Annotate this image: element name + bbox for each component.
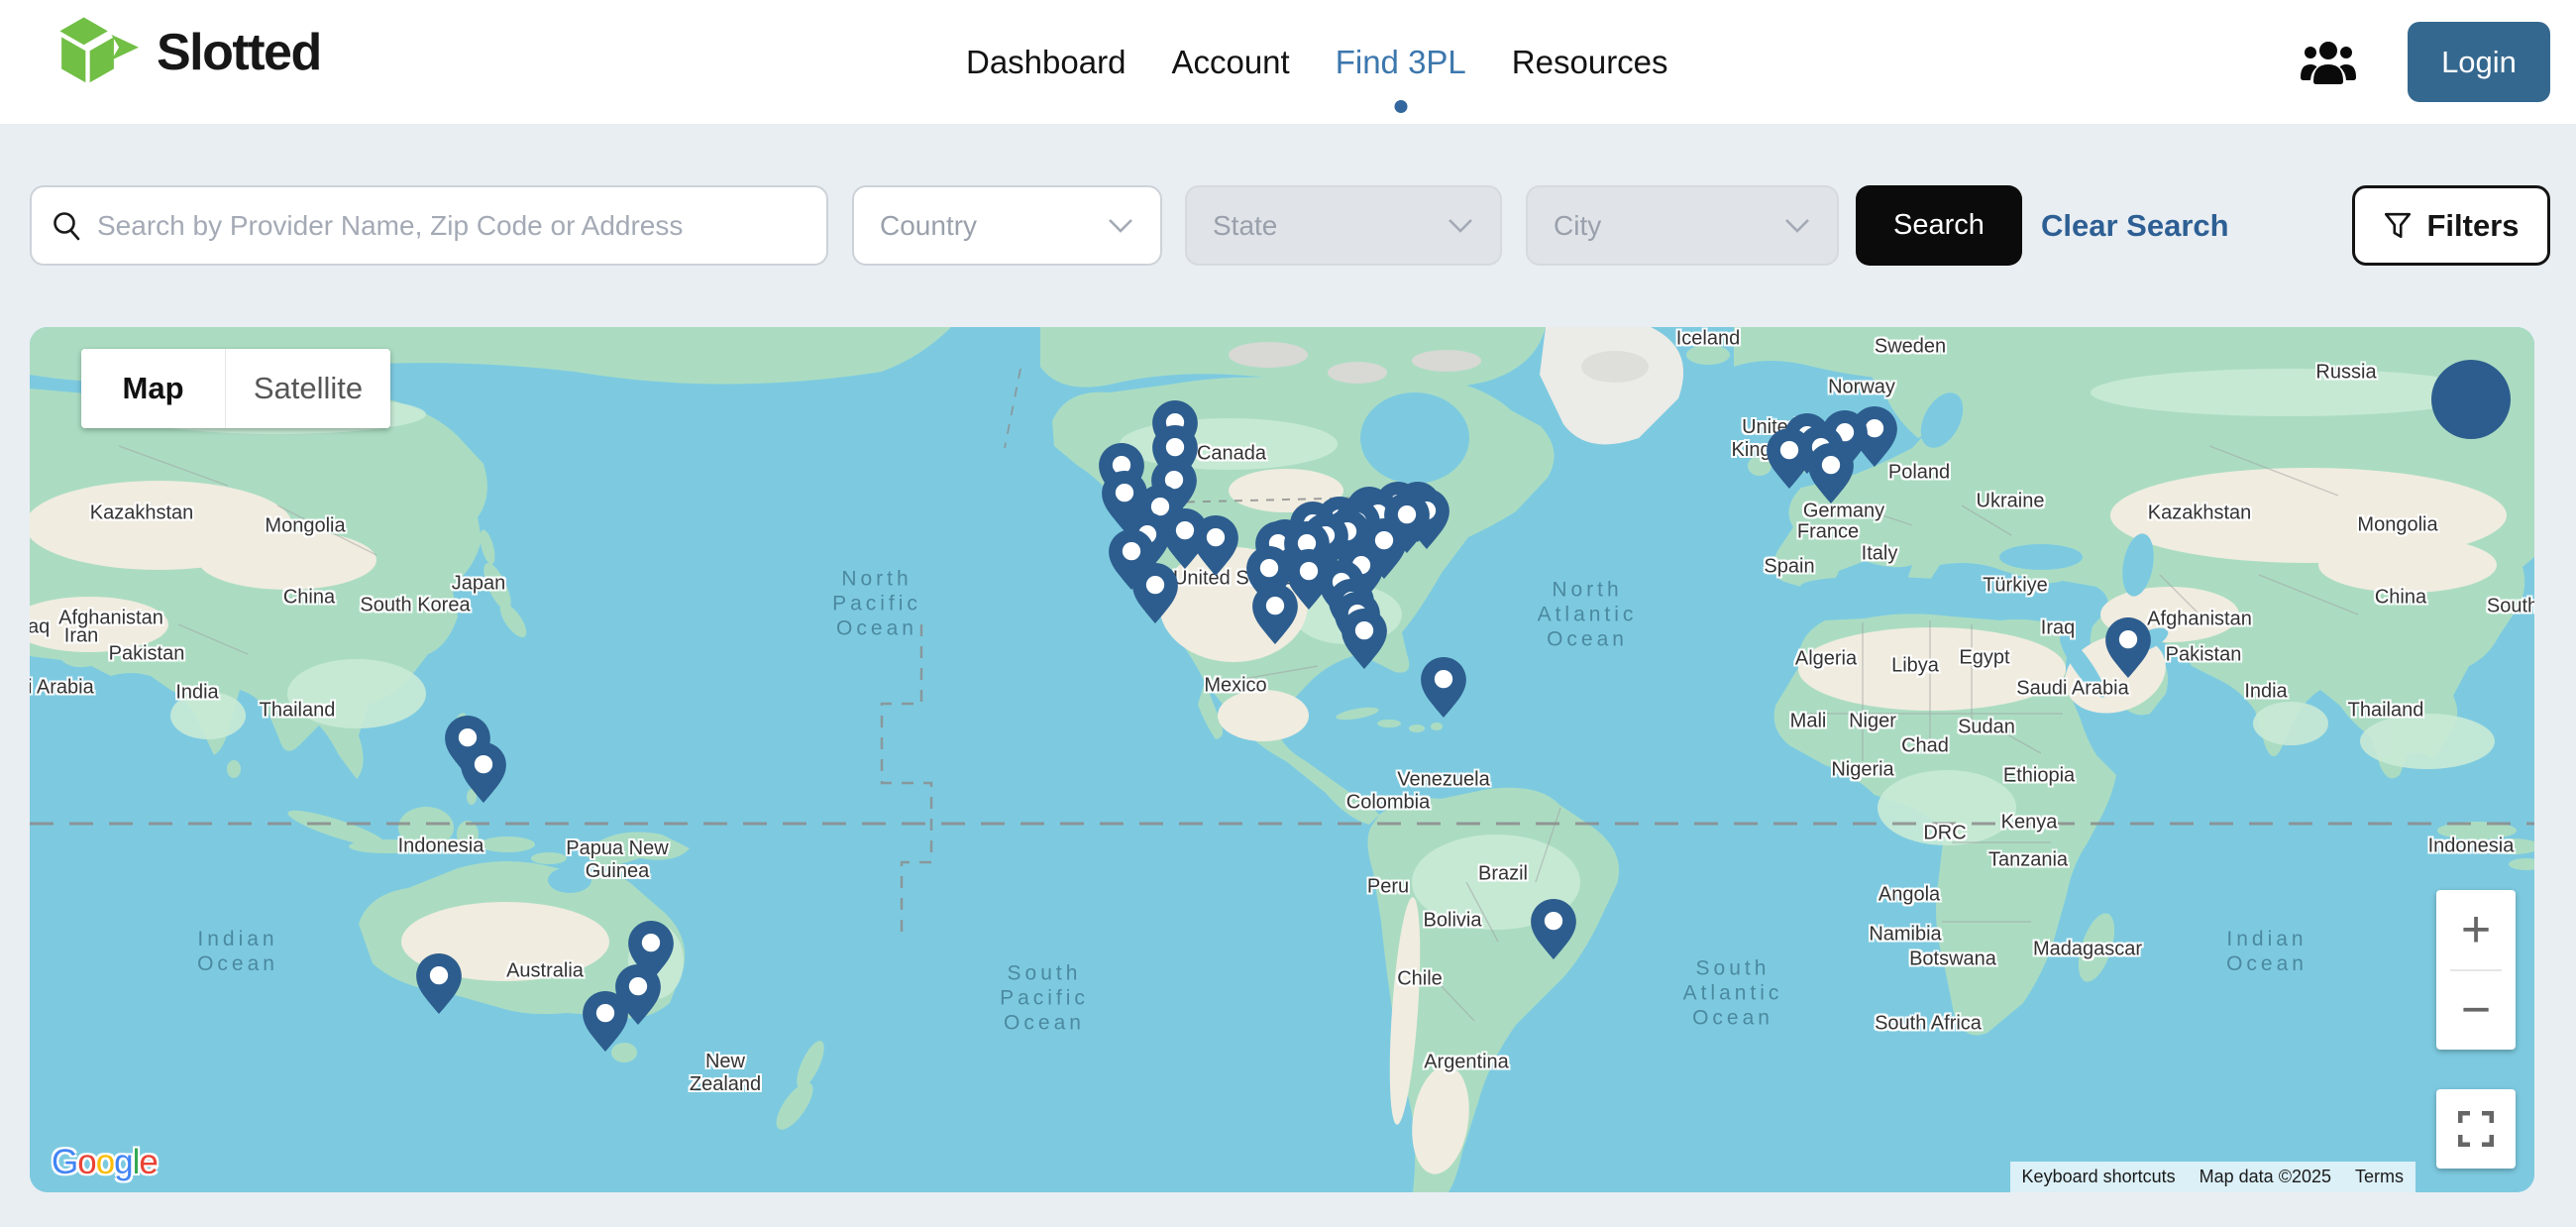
world-map-graphic [30, 327, 2534, 1192]
country-select[interactable]: Country [852, 185, 1162, 266]
map-pin[interactable] [1421, 657, 1466, 718]
main-nav: Dashboard Account Find 3PL Resources [966, 0, 1668, 124]
brand-logo-icon [50, 10, 139, 95]
map-pin[interactable] [1531, 899, 1576, 959]
map-pin[interactable] [416, 953, 462, 1014]
chevron-down-icon [1447, 217, 1474, 235]
zoom-out-button[interactable]: − [2436, 971, 2516, 1051]
search-row: Country State City Search Clear Search F… [0, 185, 2576, 266]
map-attribution: Keyboard shortcuts Map data ©2025 Terms [2010, 1162, 2415, 1192]
nav-account[interactable]: Account [1171, 44, 1289, 81]
search-input[interactable] [97, 210, 806, 242]
zoom-control: + − [2436, 890, 2516, 1050]
map-view-button[interactable]: Map [81, 349, 226, 428]
map-canvas[interactable]: IcelandSwedenNorwayRussiaUnited KingdomP… [30, 327, 2534, 1192]
state-select[interactable]: State [1185, 185, 1502, 266]
nav-find-3pl-label: Find 3PL [1336, 44, 1466, 80]
google-logo-letter: o [77, 1143, 95, 1181]
filters-button-label: Filters [2426, 208, 2519, 244]
cluster-marker[interactable] [2431, 360, 2511, 439]
header: Slotted Dashboard Account Find 3PL Resou… [0, 0, 2576, 124]
nav-find-3pl[interactable]: Find 3PL [1336, 44, 1466, 81]
map-pin[interactable] [1252, 584, 1298, 644]
filter-funnel-icon [2383, 211, 2413, 241]
map-pin[interactable] [1808, 443, 1854, 503]
chevron-down-icon [1107, 217, 1134, 235]
search-icon [52, 210, 83, 242]
state-select-value: State [1213, 210, 1277, 242]
terms-link[interactable]: Terms [2343, 1162, 2415, 1192]
country-select-value: Country [880, 210, 977, 242]
google-logo-letter: e [139, 1143, 157, 1181]
chevron-down-icon [1783, 217, 1811, 235]
brand[interactable]: Slotted [50, 10, 321, 95]
zoom-in-button[interactable]: + [2436, 890, 2516, 969]
active-tab-dot-icon [1394, 100, 1407, 113]
map-pin[interactable] [583, 991, 628, 1052]
header-right: Login [2301, 0, 2550, 124]
login-button[interactable]: Login [2408, 22, 2550, 102]
map-data-label: Map data ©2025 [2188, 1162, 2343, 1192]
city-select-value: City [1554, 210, 1601, 242]
nav-resources[interactable]: Resources [1512, 44, 1668, 81]
google-logo-letter: o [96, 1143, 114, 1181]
fullscreen-button[interactable] [2436, 1089, 2516, 1169]
map-pin[interactable] [2105, 617, 2151, 678]
map-type-control: Map Satellite [81, 349, 390, 428]
city-select[interactable]: City [1526, 185, 1839, 266]
google-logo-letter: G [52, 1143, 77, 1181]
clear-search-link[interactable]: Clear Search [2041, 185, 2229, 266]
map-pin[interactable] [1193, 515, 1238, 576]
people-icon[interactable] [2301, 38, 2356, 87]
map-pin[interactable] [1767, 428, 1812, 489]
map-pin[interactable] [1342, 609, 1387, 669]
satellite-view-button[interactable]: Satellite [226, 349, 390, 428]
google-logo-letter: g [114, 1143, 132, 1181]
google-logo[interactable]: Google [52, 1143, 158, 1182]
brand-name: Slotted [157, 23, 321, 82]
search-box [30, 185, 828, 266]
map-pin[interactable] [1132, 563, 1178, 623]
map-pin[interactable] [461, 742, 506, 803]
filters-button[interactable]: Filters [2352, 185, 2550, 266]
nav-dashboard[interactable]: Dashboard [966, 44, 1126, 81]
keyboard-shortcuts-link[interactable]: Keyboard shortcuts [2010, 1162, 2188, 1192]
fullscreen-icon [2458, 1111, 2494, 1147]
search-button[interactable]: Search [1856, 185, 2022, 266]
